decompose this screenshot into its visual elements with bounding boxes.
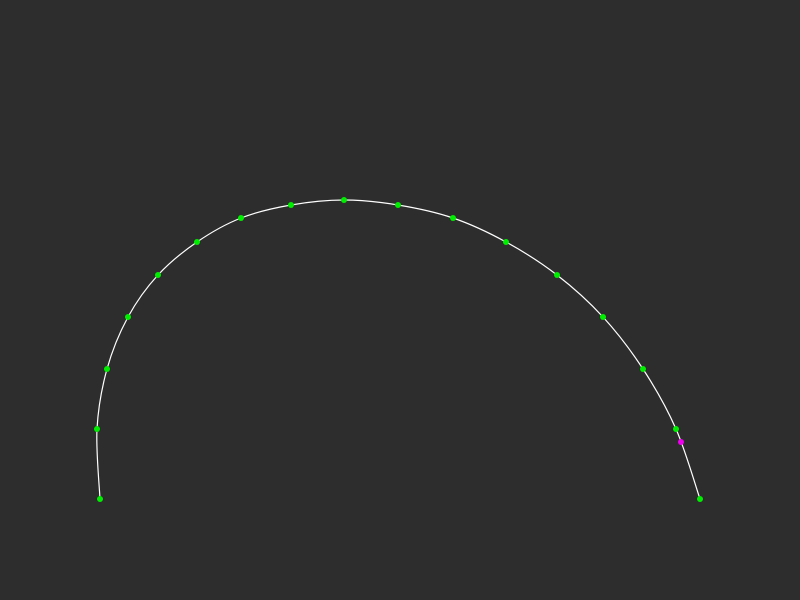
control-point-2[interactable] <box>94 426 100 432</box>
control-point-4[interactable] <box>125 314 131 320</box>
curve-canvas[interactable] <box>0 0 800 600</box>
control-point-6[interactable] <box>194 239 200 245</box>
control-point-13[interactable] <box>554 272 560 278</box>
control-point-12[interactable] <box>503 239 509 245</box>
curve-line <box>96 199 701 500</box>
control-point-16[interactable] <box>673 426 679 432</box>
control-point-11[interactable] <box>450 215 456 221</box>
control-point-8[interactable] <box>288 202 294 208</box>
control-point-17[interactable] <box>697 496 703 502</box>
control-point-15[interactable] <box>640 366 646 372</box>
control-point-5[interactable] <box>155 272 161 278</box>
control-point-10[interactable] <box>395 202 401 208</box>
selected-point[interactable] <box>678 439 684 445</box>
control-point-7[interactable] <box>238 215 244 221</box>
selected-point-layer[interactable] <box>678 439 684 445</box>
control-point-14[interactable] <box>600 314 606 320</box>
control-point-3[interactable] <box>104 366 110 372</box>
curve-drawing[interactable] <box>0 0 800 600</box>
control-point-1[interactable] <box>97 496 103 502</box>
control-points[interactable] <box>94 197 703 502</box>
control-point-9[interactable] <box>341 197 347 203</box>
